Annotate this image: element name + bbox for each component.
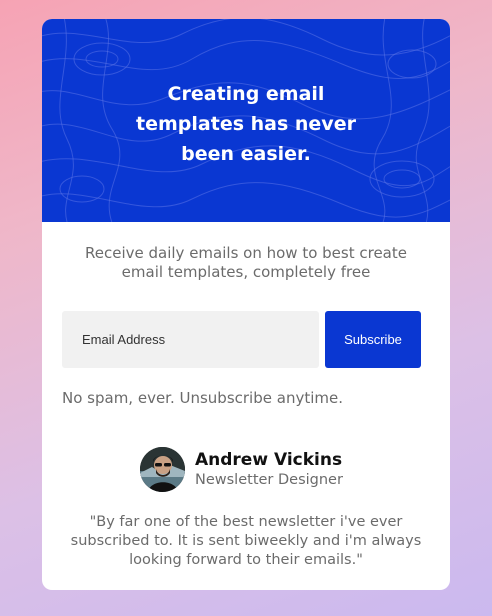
testimonial-quote: "By far one of the best newsletter i've … [70, 514, 422, 568]
subscribe-button[interactable]: Subscribe [325, 311, 421, 368]
hero-title: Creating email templates has never been … [136, 83, 356, 165]
avatar [140, 447, 185, 492]
subscribe-form: Subscribe [62, 311, 421, 368]
newsletter-card: Creating email templates has never been … [42, 19, 450, 590]
author-role: Newsletter Designer [195, 472, 343, 488]
no-spam-note: No spam, ever. Unsubscribe anytime. [62, 389, 343, 407]
author-name: Andrew Vickins [195, 450, 343, 470]
intro-text: Receive daily emails on how to best crea… [85, 244, 407, 281]
email-input[interactable] [62, 311, 319, 368]
hero-banner: Creating email templates has never been … [42, 19, 450, 222]
